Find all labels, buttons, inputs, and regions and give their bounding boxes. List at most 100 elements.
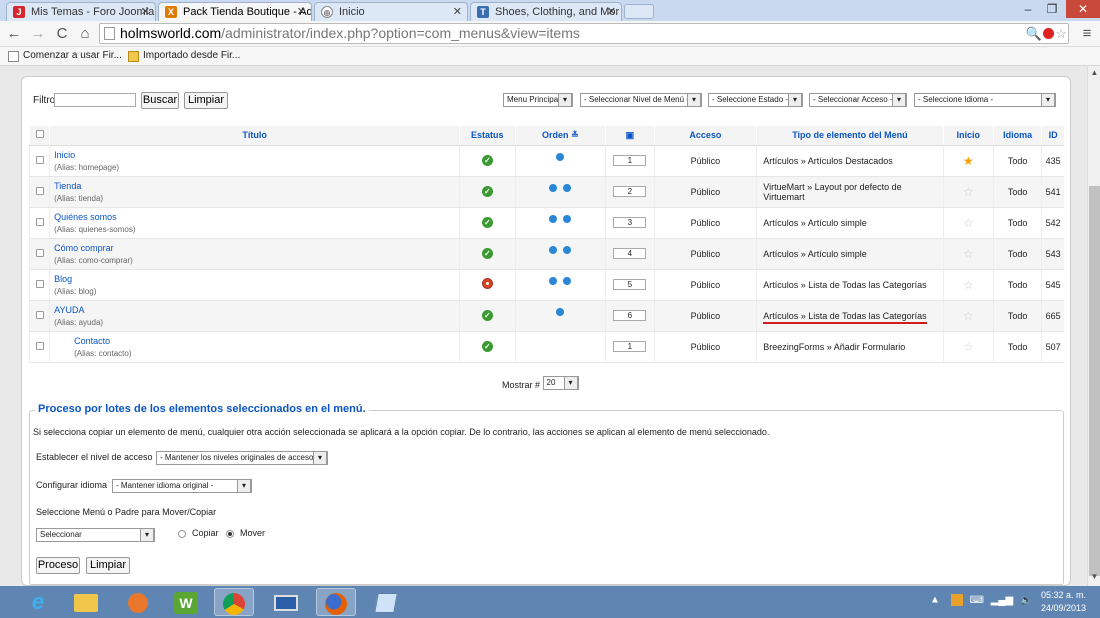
unpublished-icon[interactable] xyxy=(481,278,493,289)
header-access[interactable]: Acceso xyxy=(653,126,757,146)
row-checkbox[interactable] xyxy=(35,186,44,195)
header-status[interactable]: Estatus xyxy=(459,126,515,146)
row-checkbox[interactable] xyxy=(35,279,44,288)
search-button[interactable]: Buscar xyxy=(141,92,179,109)
arrow-up-icon[interactable] xyxy=(549,246,558,255)
order-input[interactable]: 6 xyxy=(613,310,647,321)
vertical-scrollbar[interactable]: ▲ ▼ xyxy=(1087,66,1100,586)
scroll-thumb[interactable] xyxy=(1089,186,1100,576)
close-window-icon[interactable]: ✕ xyxy=(1066,0,1100,18)
item-title-link[interactable]: Inicio xyxy=(54,150,459,160)
header-type[interactable]: Tipo de elemento del Menú xyxy=(756,126,944,146)
select-all-checkbox[interactable] xyxy=(35,130,44,139)
firefox-icon[interactable] xyxy=(316,588,356,616)
arrow-up-icon[interactable] xyxy=(549,215,558,224)
home-star-icon[interactable]: ☆ xyxy=(963,216,974,230)
published-icon[interactable]: ✓ xyxy=(481,341,493,352)
menu-icon[interactable]: ≡ xyxy=(1078,25,1096,43)
tab-shoes[interactable]: T Shoes, Clothing, and Mor ✕ xyxy=(470,2,622,21)
scroll-down-icon[interactable]: ▼ xyxy=(1088,572,1100,584)
save-order-icon[interactable]: ▣ xyxy=(626,130,635,140)
copy-option[interactable]: Copiar xyxy=(178,528,219,538)
copy-radio[interactable] xyxy=(178,529,186,538)
remote-desktop-icon[interactable] xyxy=(266,588,306,616)
header-title[interactable]: Título xyxy=(49,126,460,146)
keyboard-icon[interactable]: ⌨ xyxy=(969,595,983,606)
clear-button[interactable]: Limpiar xyxy=(184,92,228,109)
scroll-up-icon[interactable]: ▲ xyxy=(1088,68,1100,80)
notepad-icon[interactable] xyxy=(366,588,406,616)
close-icon[interactable]: ✕ xyxy=(453,3,462,21)
menu-select[interactable]: Menu Principal ▾ xyxy=(503,93,573,107)
back-icon[interactable]: ← xyxy=(5,25,23,43)
order-input[interactable]: 1 xyxy=(613,341,647,352)
close-icon[interactable]: ✕ xyxy=(141,3,150,21)
arrow-down-icon[interactable] xyxy=(563,184,572,193)
arrow-up-icon[interactable] xyxy=(549,277,558,286)
batch-language-select[interactable]: - Mantener idioma original - ▾ xyxy=(112,479,252,493)
state-select[interactable]: - Seleccione Estado - ▾ xyxy=(708,93,803,107)
star-bookmark-icon[interactable]: ☆ xyxy=(1055,24,1067,43)
header-language[interactable]: Idioma xyxy=(992,126,1042,146)
move-radio[interactable] xyxy=(226,529,234,538)
order-input[interactable]: 4 xyxy=(613,248,647,259)
arrow-down-icon[interactable] xyxy=(563,246,572,255)
row-checkbox[interactable] xyxy=(35,217,44,226)
word-icon[interactable]: W xyxy=(166,588,206,616)
home-star-icon[interactable]: ☆ xyxy=(963,278,974,292)
header-home[interactable]: Inicio xyxy=(942,126,994,146)
zoom-icon[interactable]: 🔍 xyxy=(1026,24,1042,43)
minimize-icon[interactable]: – xyxy=(1016,0,1040,18)
header-order-cell[interactable]: Orden ≛ xyxy=(514,126,606,146)
row-checkbox[interactable] xyxy=(35,341,44,350)
signal-icon[interactable]: ▂▄▆ xyxy=(991,595,1013,606)
language-select[interactable]: - Seleccione Idioma - ▾ xyxy=(914,93,1056,107)
restore-icon[interactable]: ❐ xyxy=(1040,0,1064,18)
move-option[interactable]: Mover xyxy=(226,528,265,538)
bookmark-comenzar[interactable]: Comenzar a usar Fir... xyxy=(8,47,122,65)
tab-inicio[interactable]: ⊕ Inicio ✕ xyxy=(314,2,468,21)
forward-icon[interactable]: → xyxy=(29,25,47,43)
header-id[interactable]: ID xyxy=(1041,126,1064,146)
tab-mis-temas[interactable]: J Mis Temas - Foro Joomla! ✕ xyxy=(6,2,156,21)
item-title-link[interactable]: Tienda xyxy=(54,181,459,191)
published-icon[interactable]: ✓ xyxy=(481,217,493,228)
item-title-link[interactable]: Contacto xyxy=(62,336,459,346)
order-input[interactable]: 3 xyxy=(613,217,647,228)
item-title-link[interactable]: Cómo comprar xyxy=(54,243,459,253)
arrow-down-icon[interactable] xyxy=(556,153,565,162)
published-icon[interactable]: ✓ xyxy=(481,155,493,166)
level-select[interactable]: - Seleccionar Nivel de Menú - ▾ xyxy=(580,93,702,107)
internet-explorer-icon[interactable]: e xyxy=(18,588,58,616)
home-star-icon[interactable]: ☆ xyxy=(963,247,974,261)
batch-clear-button[interactable]: Limpiar xyxy=(86,557,130,574)
published-icon[interactable]: ✓ xyxy=(481,310,493,321)
volume-icon[interactable]: 🔈 xyxy=(1020,595,1032,606)
extension-icon[interactable] xyxy=(1043,28,1054,39)
batch-move-select[interactable]: Seleccionar ▾ xyxy=(36,528,155,542)
file-explorer-icon[interactable] xyxy=(66,588,106,616)
app-orange-icon[interactable] xyxy=(118,588,158,616)
row-checkbox[interactable] xyxy=(35,155,44,164)
new-tab-button[interactable] xyxy=(624,4,654,19)
published-icon[interactable]: ✓ xyxy=(481,248,493,259)
row-checkbox[interactable] xyxy=(35,248,44,257)
arrow-down-icon[interactable] xyxy=(563,215,572,224)
reload-icon[interactable]: C xyxy=(53,25,71,43)
access-select[interactable]: - Seleccionar Acceso - ▾ xyxy=(809,93,907,107)
home-star-icon[interactable]: ☆ xyxy=(963,340,974,354)
item-title-link[interactable]: AYUDA xyxy=(54,305,459,315)
batch-access-select[interactable]: - Mantener los niveles originales de acc… xyxy=(156,451,328,465)
home-icon[interactable]: ⌂ xyxy=(76,25,94,43)
item-title-link[interactable]: Quiénes somos xyxy=(54,212,459,222)
filter-input[interactable] xyxy=(54,93,136,107)
address-bar[interactable]: holmsworld.com/administrator/index.php?o… xyxy=(99,23,1069,44)
close-icon[interactable]: ✕ xyxy=(607,3,616,21)
home-star-icon[interactable]: ★ xyxy=(963,154,974,168)
limit-select[interactable]: 20 ▾ xyxy=(542,376,579,390)
tray-app-icon[interactable] xyxy=(950,594,963,606)
tab-pack-tienda[interactable]: X Pack Tienda Boutique - Ad ✕ xyxy=(158,2,312,21)
home-star-icon[interactable]: ☆ xyxy=(963,185,974,199)
tray-expand-icon[interactable]: ▲ xyxy=(930,595,940,606)
order-input[interactable]: 2 xyxy=(613,186,647,197)
